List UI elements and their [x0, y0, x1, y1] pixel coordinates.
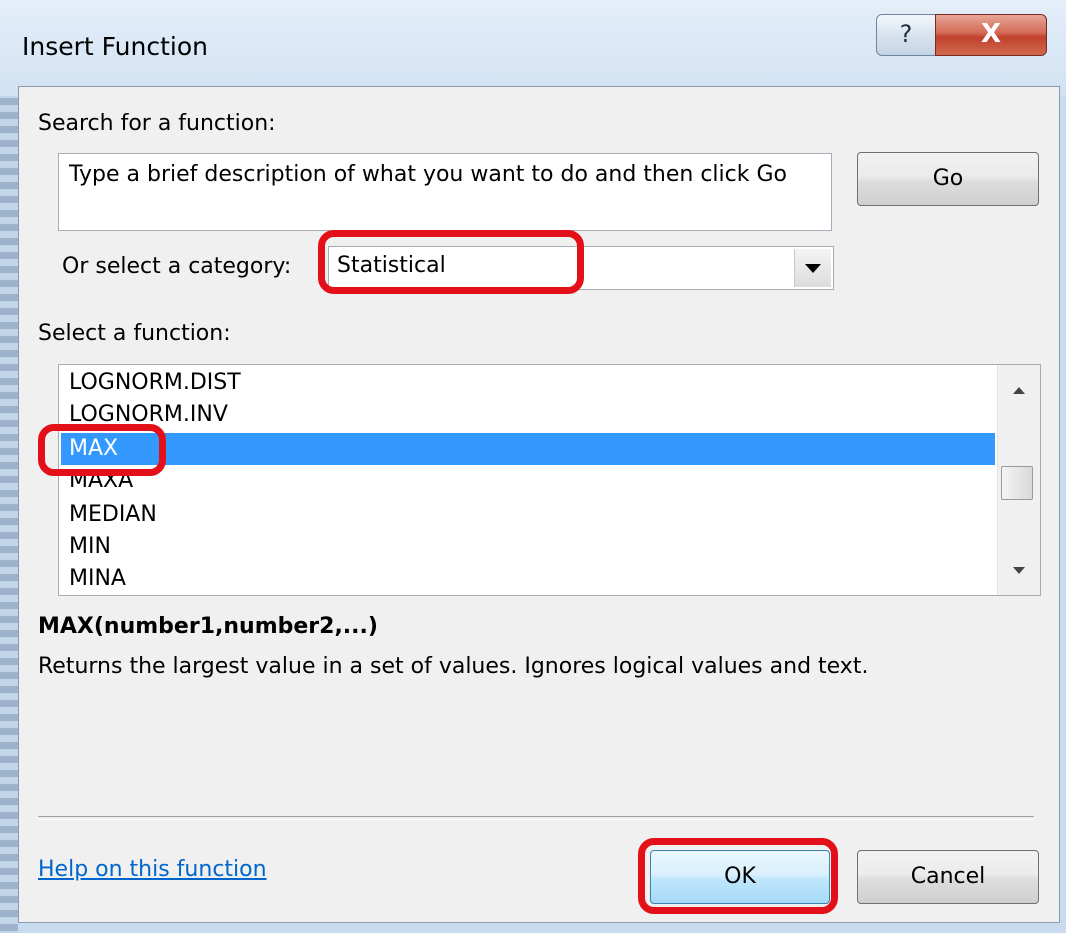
go-button[interactable]: Go	[857, 152, 1039, 206]
list-scrollbar[interactable]	[997, 365, 1040, 595]
highlight-max	[38, 424, 166, 476]
scroll-down-icon[interactable]	[1013, 567, 1025, 574]
cancel-button[interactable]: Cancel	[857, 850, 1039, 904]
list-item[interactable]: LOGNORM.INV	[61, 399, 995, 431]
highlight-ok	[638, 838, 838, 914]
list-item[interactable]: MIN	[61, 531, 995, 563]
highlight-category	[318, 230, 584, 294]
list-item[interactable]: MEDIAN	[61, 499, 995, 531]
window-title: Insert Function	[22, 32, 208, 61]
list-item-selected[interactable]: MAX	[61, 433, 995, 465]
help-link[interactable]: Help on this function	[38, 857, 267, 882]
scroll-up-icon[interactable]	[1013, 387, 1025, 394]
chevron-down-icon	[805, 263, 821, 273]
window-border	[0, 0, 18, 933]
help-button[interactable]: ?	[876, 14, 936, 56]
function-syntax: MAX(number1,number2,...)	[38, 614, 378, 639]
search-input[interactable]: Type a brief description of what you wan…	[58, 153, 832, 231]
divider	[38, 816, 1034, 820]
function-list[interactable]: LOGNORM.DIST LOGNORM.INV MAX MAXA MEDIAN…	[58, 364, 1041, 596]
search-label-text: Search for a function:	[38, 111, 276, 136]
scroll-thumb[interactable]	[1001, 466, 1033, 500]
dropdown-arrow-button[interactable]	[794, 249, 831, 287]
category-label: Or select a category:	[62, 254, 292, 279]
search-label: Search for a function:	[38, 111, 276, 136]
close-button[interactable]: X	[935, 14, 1047, 56]
list-item[interactable]: LOGNORM.DIST	[61, 367, 995, 399]
function-description: Returns the largest value in a set of va…	[38, 654, 869, 679]
list-item[interactable]: MAXA	[61, 465, 995, 497]
list-item[interactable]: MINA	[61, 563, 995, 595]
function-list-label: Select a function:	[38, 321, 231, 346]
